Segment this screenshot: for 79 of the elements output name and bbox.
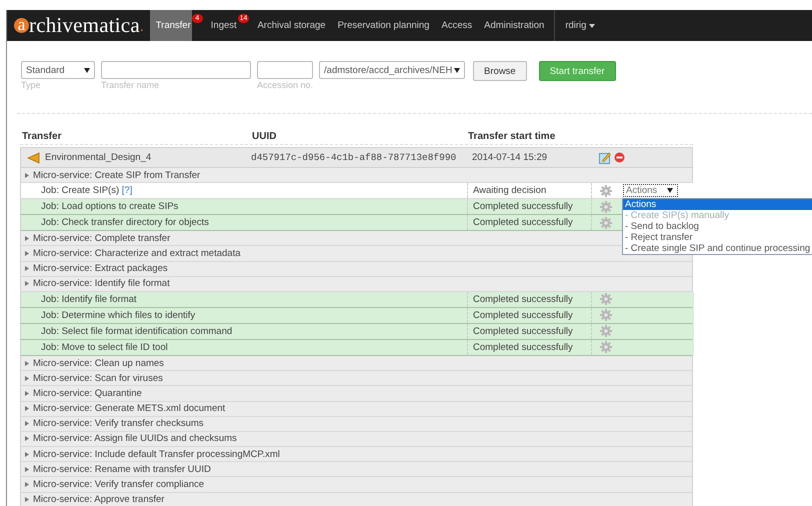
- help-link[interactable]: [?]: [122, 185, 132, 196]
- caret-icon: [454, 68, 460, 72]
- expand-arrow-icon[interactable]: [25, 266, 29, 272]
- expand-arrow-icon[interactable]: [25, 406, 29, 412]
- job-label: Job: Load options to create SIPs: [41, 201, 178, 212]
- dropdown-option[interactable]: Actions: [623, 199, 812, 210]
- job-status: Completed successfully: [473, 294, 573, 305]
- transfer-start-time: 2014-07-14 15:29: [472, 152, 548, 163]
- logo-text: rchivematica: [29, 13, 140, 38]
- expand-arrow-icon[interactable]: [25, 236, 29, 241]
- transfer-uuid: d457917c-d956-4c1b-af88-787713e8f990: [251, 152, 456, 163]
- nav-tab[interactable]: Transfer: [150, 10, 192, 41]
- microservice-label[interactable]: Micro-service: Quarantine: [29, 388, 142, 399]
- job-status: Completed successfully: [473, 310, 573, 321]
- column-header: Transfer start time: [467, 131, 556, 142]
- caret-icon: [84, 68, 90, 72]
- nav-tab[interactable]: Administration: [478, 10, 550, 41]
- expand-arrow-icon[interactable]: [25, 250, 29, 256]
- logo-dot: .: [140, 18, 144, 34]
- job-status: Completed successfully: [473, 326, 573, 337]
- expand-arrow-icon[interactable]: [25, 452, 29, 457]
- dropdown-option[interactable]: - Create single SIP and continue processing: [623, 243, 812, 254]
- nav-tab[interactable]: Ingest: [204, 10, 238, 41]
- actions-select[interactable]: Actions: [623, 184, 678, 198]
- job-status: Awaiting decision: [473, 185, 546, 196]
- transfer-row[interactable]: Environmental_Design_4 d457917c-d956-4c1b-af88-787713e8f990 2014-07-14 15:29: [20, 147, 693, 168]
- dropdown-option[interactable]: - Send to backlog: [623, 221, 812, 232]
- microservice-label[interactable]: Micro-service: Complete transfer: [29, 232, 170, 244]
- type-select[interactable]: Standard: [21, 61, 95, 79]
- microservice-label[interactable]: Micro-service: Create SIP from Transfer: [29, 170, 200, 181]
- job-status: Completed successfully: [473, 201, 573, 212]
- column-header: Transfer: [21, 131, 62, 142]
- accession-field[interactable]: [257, 61, 313, 79]
- microservice-label[interactable]: Micro-service: Clean up names: [29, 358, 164, 369]
- expand-arrow-icon[interactable]: [25, 436, 29, 442]
- dropdown-option[interactable]: - Reject transfer: [623, 232, 812, 244]
- form-button[interactable]: Browse: [473, 61, 527, 81]
- nav-tab[interactable]: Archival storage: [251, 10, 332, 41]
- expand-arrow-icon[interactable]: [25, 390, 29, 396]
- expand-arrow-icon[interactable]: [25, 421, 29, 426]
- user-menu[interactable]: rdirig: [559, 10, 602, 41]
- accession-label: Accession no.: [257, 80, 314, 90]
- column-header: UUID: [251, 131, 278, 142]
- job-label: Job: Identify file format: [41, 294, 137, 305]
- job-label: Job: Create SIP(s): [41, 185, 120, 196]
- expand-arrow-icon[interactable]: [25, 376, 29, 381]
- path-select[interactable]: /admstore/accd_archives/NEH: [319, 61, 466, 79]
- logo-initial: a: [14, 18, 29, 33]
- expand-arrow-icon[interactable]: [25, 482, 29, 488]
- expand-arrow-icon[interactable]: [25, 497, 29, 502]
- microservice-label[interactable]: Micro-service: Identify file format: [29, 278, 170, 290]
- job-label: Job: Determine which files to identify: [41, 310, 196, 321]
- microservice-label[interactable]: Micro-service: Approve transfer: [29, 494, 164, 506]
- transfer-name-field[interactable]: [101, 61, 251, 79]
- job-label: Job: Move to select file ID tool: [41, 342, 168, 353]
- microservice-label[interactable]: Micro-service: Verify transfer compliance: [29, 479, 204, 490]
- microservice-label[interactable]: Micro-service: Extract packages: [29, 263, 168, 274]
- nav-tab[interactable]: Preservation planning: [332, 10, 436, 41]
- microservice-label[interactable]: Micro-service: Verify transfer checksums: [29, 418, 204, 430]
- expand-arrow-icon[interactable]: [25, 172, 29, 178]
- caret-icon: [667, 188, 673, 194]
- caret-icon: [589, 24, 596, 28]
- job-status: Completed successfully: [473, 342, 573, 353]
- job-label: Job: Check transfer directory for objects: [41, 217, 209, 228]
- expand-arrow-icon[interactable]: [25, 360, 29, 366]
- expand-arrow-icon[interactable]: [25, 466, 29, 472]
- expand-arrow-icon[interactable]: [25, 281, 29, 286]
- microservice-label[interactable]: Micro-service: Scan for viruses: [29, 372, 163, 384]
- type-label: Type: [21, 80, 42, 90]
- job-label: Job: Select file format identification command: [41, 326, 232, 337]
- arrow-icon: [27, 152, 40, 164]
- gear-icon[interactable]: [600, 184, 612, 197]
- nav-tab[interactable]: Access: [435, 10, 478, 41]
- job-status: Completed successfully: [473, 217, 573, 228]
- microservice-label[interactable]: Micro-service: Characterize and extract metadata: [29, 248, 240, 259]
- edit-icon[interactable]: [599, 152, 611, 164]
- transfer-name: Environmental_Design_4: [45, 152, 152, 163]
- remove-icon[interactable]: [614, 152, 625, 163]
- transfer-name-label: Transfer name: [101, 80, 160, 90]
